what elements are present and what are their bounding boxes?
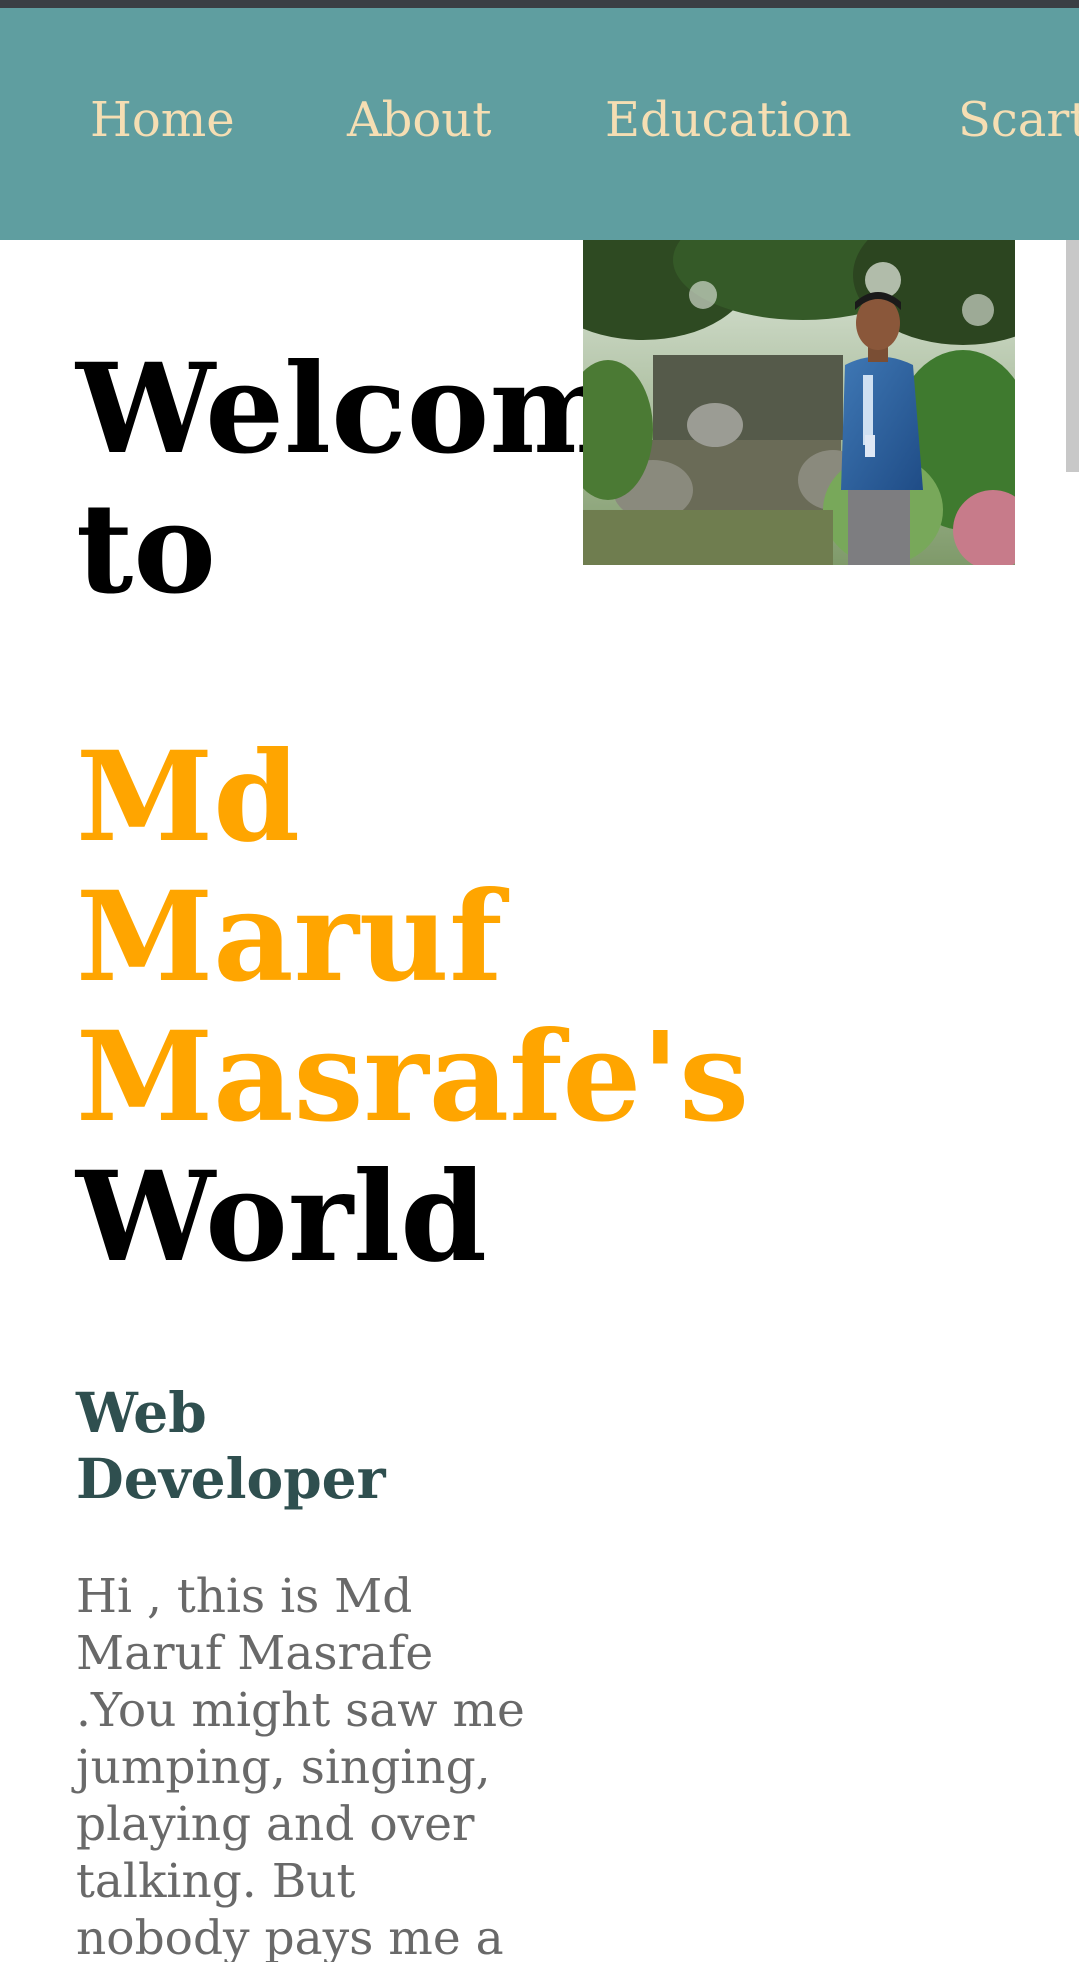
bio-line: jumping, singing, bbox=[76, 1740, 491, 1795]
top-edge bbox=[0, 0, 1079, 8]
bio-line: playing and over bbox=[76, 1797, 475, 1852]
role-line-web: Web bbox=[76, 1380, 207, 1445]
bio-line: talking. But bbox=[76, 1854, 356, 1909]
hero-name: Md Maruf Masrafe's World bbox=[76, 725, 750, 1290]
hero-name-line-md: Md bbox=[76, 725, 300, 870]
nav-link-education[interactable]: Education bbox=[605, 90, 852, 150]
nav-link-scarti[interactable]: Scarti bbox=[958, 90, 1079, 150]
bio-line: nobody pays me a bbox=[76, 1911, 504, 1962]
navbar: Home About Education Scarti bbox=[0, 8, 1079, 240]
role-title: Web Developer bbox=[76, 1380, 386, 1512]
profile-photo bbox=[583, 240, 1015, 565]
nav-link-home[interactable]: Home bbox=[90, 90, 235, 150]
bio-line: Maruf Masrafe bbox=[76, 1626, 434, 1681]
bio-line: .You might saw me bbox=[76, 1683, 525, 1738]
hero-name-line-maruf: Maruf bbox=[76, 865, 503, 1010]
nav-link-about[interactable]: About bbox=[347, 90, 492, 150]
bio-text: Hi , this is Md Maruf Masrafe .You might… bbox=[76, 1568, 596, 1962]
bio-line: Hi , this is Md bbox=[76, 1569, 413, 1624]
role-line-developer: Developer bbox=[76, 1446, 386, 1511]
hero-name-line-masrafe: Masrafe's bbox=[76, 1005, 750, 1150]
page-scrollbar-thumb[interactable] bbox=[1066, 240, 1079, 472]
hero-world: World bbox=[76, 1145, 487, 1290]
